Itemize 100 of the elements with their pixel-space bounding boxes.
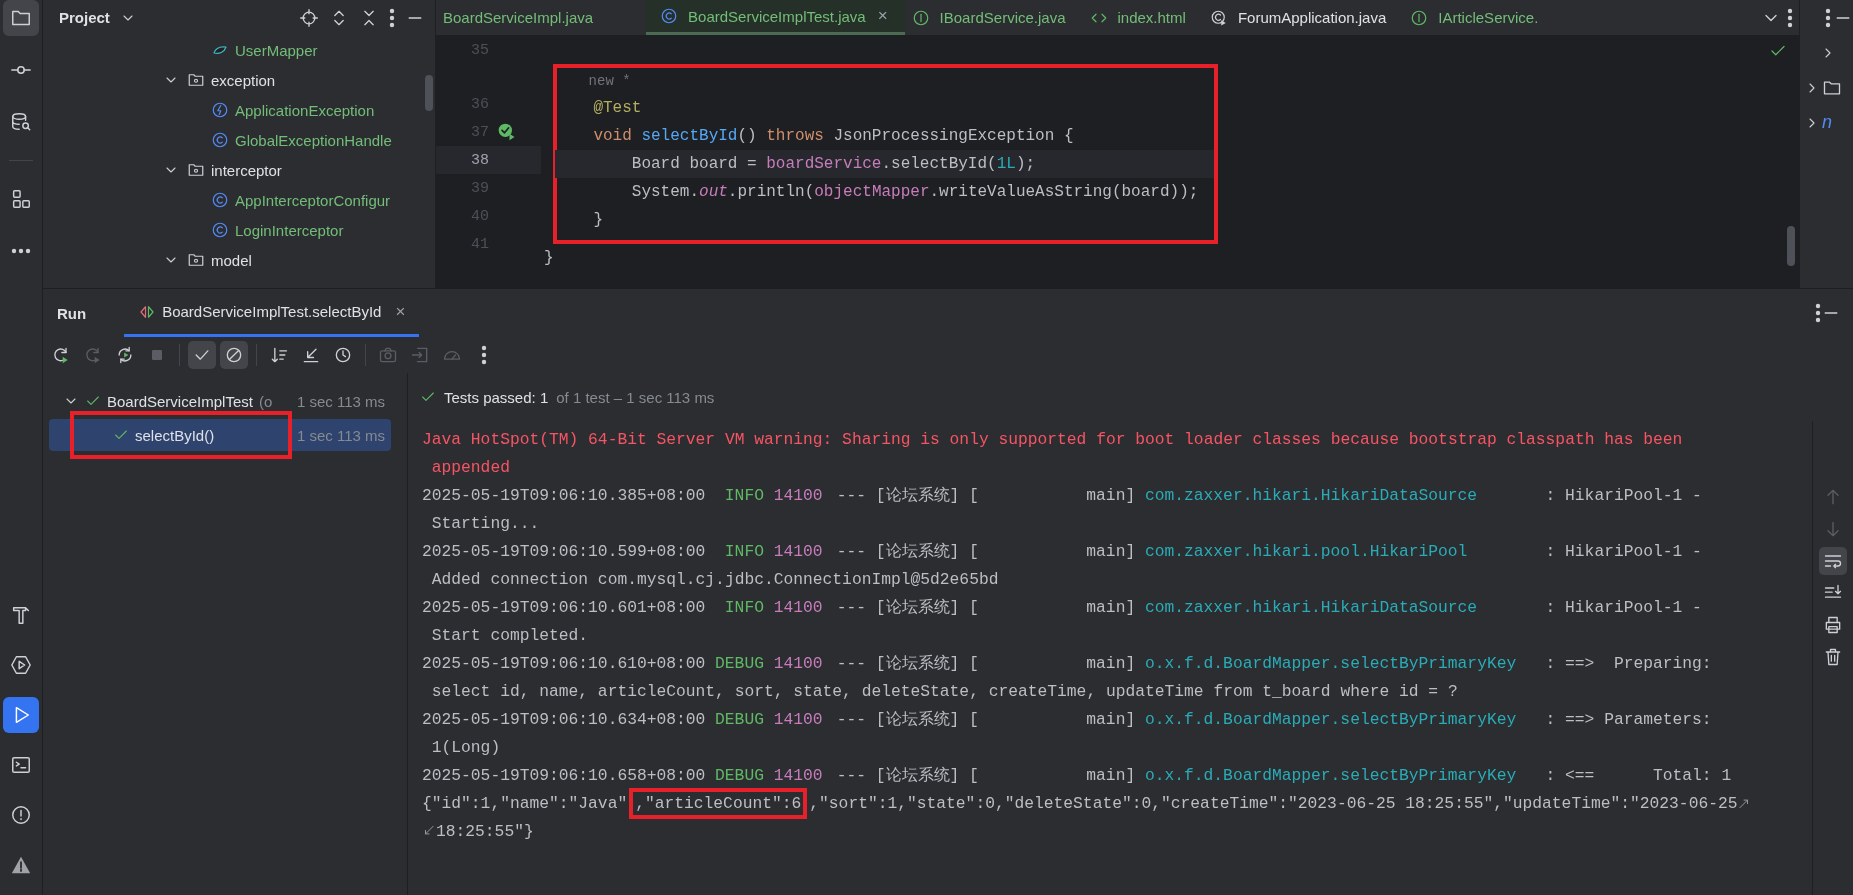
test-tree-row[interactable]: BoardServiceImplTest (o 1 sec 113 ms bbox=[49, 385, 391, 417]
run-test-icon[interactable] bbox=[497, 122, 517, 142]
console-line: Starting... bbox=[430, 513, 540, 533]
tree-item[interactable]: model bbox=[211, 251, 252, 269]
log-thread: --- [论坛系统] [ main] bbox=[835, 597, 1137, 618]
log-level: DEBUG bbox=[714, 653, 764, 673]
log-timestamp: 2025-05-19T09:06:10.610+08:00 bbox=[422, 653, 706, 673]
more-icon[interactable] bbox=[389, 7, 395, 28]
log-level: DEBUG bbox=[714, 709, 764, 729]
editor-tab[interactable]: IArticleService. bbox=[1403, 0, 1556, 35]
class-icon bbox=[211, 131, 229, 149]
log-timestamp: 2025-05-19T09:06:10.634+08:00 bbox=[422, 709, 706, 729]
console-line: Start completed. bbox=[430, 625, 589, 645]
log-pid: 14100 bbox=[772, 485, 823, 505]
log-message: : <== Total: 1 bbox=[1545, 765, 1732, 785]
history-icon bbox=[333, 345, 353, 365]
interface-icon bbox=[911, 8, 930, 27]
log-logger[interactable]: com.zaxxer.hikari.HikariDataSource bbox=[1144, 485, 1546, 505]
code-line: } bbox=[592, 211, 603, 229]
panel-title[interactable]: Project bbox=[59, 9, 110, 26]
log-level: INFO bbox=[723, 541, 764, 561]
test-name: selectById() bbox=[135, 426, 215, 444]
import-icon bbox=[410, 345, 430, 365]
log-message: : ==> Parameters: bbox=[1545, 709, 1712, 729]
log-message: : HikariPool-1 - bbox=[1545, 485, 1702, 505]
tool-window-button[interactable] bbox=[3, 0, 39, 36]
tree-item[interactable]: exception bbox=[211, 71, 276, 89]
log-thread: --- [论坛系统] [ main] bbox=[835, 653, 1137, 674]
editor-tab[interactable]: BoardServiceImpl.java bbox=[436, 0, 611, 35]
log-timestamp: 2025-05-19T09:06:10.601+08:00 bbox=[422, 597, 706, 617]
class-icon bbox=[211, 191, 229, 209]
console-text: 18:25:55"} bbox=[436, 821, 534, 841]
tree-item[interactable]: GlobalExceptionHandle bbox=[235, 131, 392, 149]
interface-icon bbox=[1410, 8, 1429, 27]
code-line: } bbox=[544, 249, 554, 267]
console-line: Java HotSpot(TM) 64-Bit Server VM warning: Sharing is only supported for boot loader classes because bootstrap classpath has been bbox=[422, 429, 1683, 449]
soft-wrap-button[interactable] bbox=[1819, 547, 1847, 575]
test-tree-row[interactable]: selectById() 1 sec 113 ms bbox=[49, 419, 391, 451]
structure-icon bbox=[10, 188, 32, 210]
close-button[interactable]: × bbox=[877, 6, 888, 26]
class-icon bbox=[211, 221, 229, 239]
tool-window-button[interactable] bbox=[3, 697, 39, 733]
log-timestamp: 2025-05-19T09:06:10.385+08:00 bbox=[422, 485, 706, 505]
console-line: Added connection com.mysql.cj.jdbc.ConnectionImpl@5d2e65bd bbox=[430, 569, 999, 589]
class-icon bbox=[660, 7, 679, 25]
tree-item[interactable]: n bbox=[1822, 112, 1832, 133]
log-timestamp: 2025-05-19T09:06:10.599+08:00 bbox=[422, 541, 706, 561]
terminal-icon bbox=[10, 754, 32, 776]
log-level: INFO bbox=[723, 485, 764, 505]
panel-title: Run bbox=[57, 304, 87, 322]
log-thread: --- [论坛系统] [ main] bbox=[835, 541, 1137, 562]
scrollbar-thumb[interactable] bbox=[1787, 226, 1795, 266]
log-level: INFO bbox=[723, 597, 764, 617]
run-tab[interactable]: BoardServiceImplTest.selectById × bbox=[124, 289, 420, 337]
tree-item[interactable]: LoginInterceptor bbox=[235, 221, 344, 239]
more-icon bbox=[481, 345, 487, 365]
locate-icon[interactable] bbox=[299, 7, 319, 28]
tree-item[interactable]: UserMapper bbox=[235, 41, 318, 59]
close-button[interactable]: × bbox=[395, 301, 406, 322]
log-logger[interactable]: com.zaxxer.hikari.HikariDataSource bbox=[1144, 597, 1546, 617]
log-level: DEBUG bbox=[714, 765, 764, 785]
more-icon[interactable] bbox=[1825, 7, 1831, 28]
author-hint[interactable]: new * bbox=[555, 73, 631, 89]
more-icon[interactable] bbox=[1787, 7, 1793, 28]
status-text: Tests passed: 1 bbox=[444, 388, 549, 406]
log-thread: --- [论坛系统] [ main] bbox=[835, 765, 1137, 786]
editor-tab[interactable]: index.html bbox=[1082, 0, 1203, 35]
code-line: void selectById() throws JsonProcessingException { bbox=[592, 127, 1074, 145]
camera-icon bbox=[378, 345, 398, 365]
database-icon bbox=[10, 111, 32, 133]
services-icon bbox=[10, 654, 32, 676]
package-icon bbox=[187, 161, 205, 179]
log-pid: 14100 bbox=[772, 653, 823, 673]
editor-tab[interactable]: ForumApplication.java bbox=[1202, 0, 1404, 35]
code-line: @Test bbox=[592, 99, 642, 117]
ignored-icon bbox=[224, 345, 244, 365]
more-icon[interactable] bbox=[1815, 303, 1821, 323]
test-name: BoardServiceImplTest bbox=[107, 392, 253, 410]
scrollbar-thumb[interactable] bbox=[425, 75, 433, 111]
console-text: {"id":1,"name":"Java" bbox=[422, 793, 628, 813]
log-logger[interactable]: o.x.f.d.BoardMapper.selectByPrimaryKey bbox=[1144, 765, 1546, 785]
check-button[interactable] bbox=[188, 341, 216, 369]
editor-tab[interactable]: BoardServiceImplTest.java × bbox=[646, 0, 905, 35]
log-thread: --- [论坛系统] [ main] bbox=[835, 709, 1137, 730]
tree-item[interactable]: AppInterceptorConfigur bbox=[235, 191, 391, 209]
hammer-icon bbox=[10, 604, 32, 626]
tree-item[interactable]: ApplicationException bbox=[235, 101, 375, 119]
log-pid: 14100 bbox=[772, 597, 823, 617]
log-message: : HikariPool-1 - bbox=[1545, 597, 1702, 617]
log-logger[interactable]: o.x.f.d.BoardMapper.selectByPrimaryKey bbox=[1144, 653, 1546, 673]
editor-tab[interactable]: IBoardService.java bbox=[904, 0, 1083, 35]
log-pid: 14100 bbox=[772, 541, 823, 561]
package-icon bbox=[187, 71, 205, 89]
tree-item[interactable]: interceptor bbox=[211, 161, 282, 179]
exception-icon bbox=[211, 101, 229, 119]
ignored-button[interactable] bbox=[220, 341, 248, 369]
log-logger[interactable]: o.x.f.d.BoardMapper.selectByPrimaryKey bbox=[1144, 709, 1546, 729]
log-logger[interactable]: com.zaxxer.hikari.pool.HikariPool bbox=[1144, 541, 1546, 561]
sort-icon bbox=[269, 345, 289, 365]
log-message: : ==> Preparing: bbox=[1545, 653, 1712, 673]
